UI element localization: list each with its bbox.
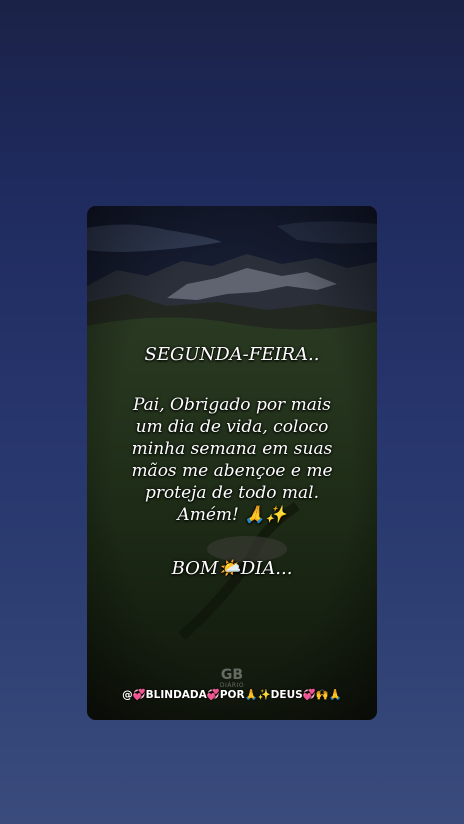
- greeting-text: BOM🌤️DIA...: [171, 558, 293, 579]
- body-line: Pai, Obrigado por mais: [132, 395, 332, 415]
- heading-text: SEGUNDA-FEIRA..: [144, 344, 320, 365]
- body-line: Amém! 🙏✨: [177, 505, 287, 525]
- story-card[interactable]: SEGUNDA-FEIRA.. Pai, Obrigado por mais u…: [87, 206, 377, 720]
- body-line: minha semana em suas: [131, 439, 333, 459]
- body-line: um dia de vida, coloco: [135, 417, 329, 437]
- diario-watermark-logo: GB DIÁRIO: [214, 668, 250, 689]
- author-signature: @💞BLINDADA💞POR🙏✨DEUS💞🙌🙏: [122, 689, 342, 701]
- post-heading: SEGUNDA-FEIRA..: [87, 344, 377, 366]
- watermark-logo-icon: GB: [220, 667, 244, 683]
- post-body: Pai, Obrigado por mais um dia de vida, c…: [87, 394, 377, 526]
- post-greeting: BOM🌤️DIA...: [87, 558, 377, 580]
- body-line: proteja de todo mal.: [145, 483, 319, 503]
- body-line: mãos me abençoe e me: [131, 461, 333, 481]
